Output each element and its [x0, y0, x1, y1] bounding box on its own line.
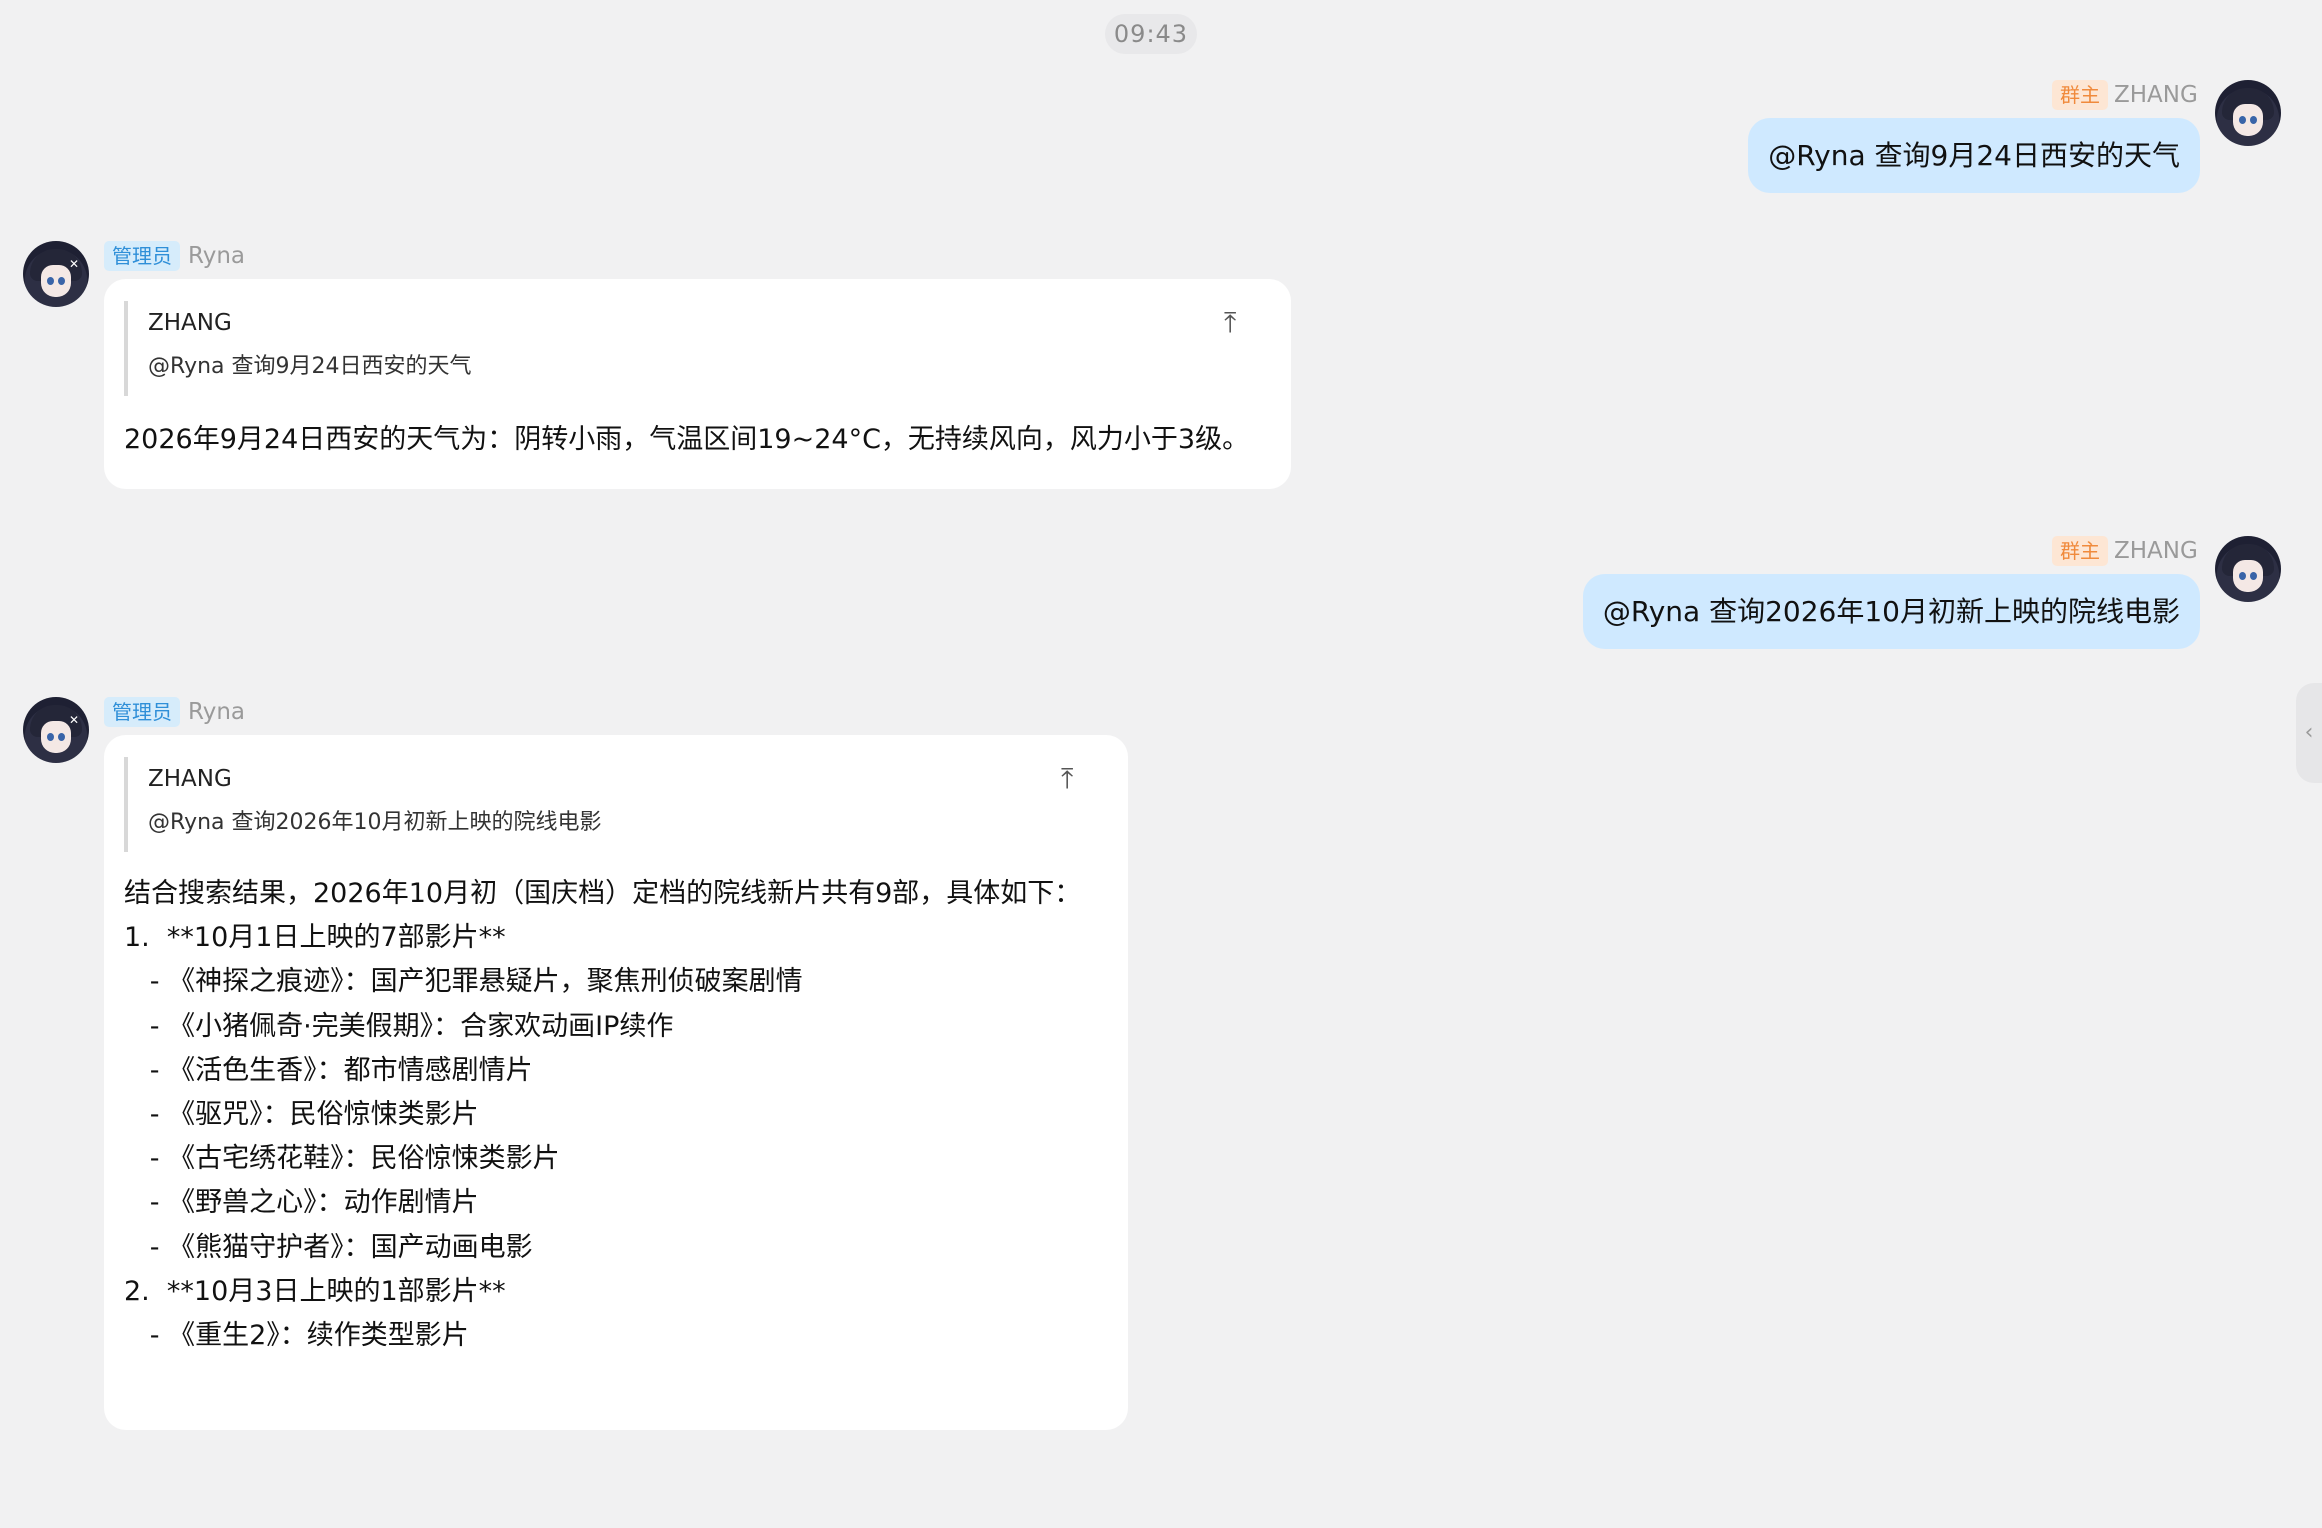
avatar-zhang[interactable]: [2215, 80, 2281, 146]
message-card[interactable]: ZHANG @Ryna 查询9月24日西安的天气 ⤒ 2026年9月24日西安的…: [104, 279, 1291, 489]
sender-name: Ryna: [188, 699, 246, 725]
sender-name: Ryna: [188, 243, 246, 269]
quoted-sender: ZHANG: [148, 766, 232, 792]
timestamp: 09:43: [1105, 14, 1197, 54]
message-text: 结合搜索结果，2026年10月初（国庆档）定档的院线新片共有9部，具体如下： 1…: [124, 878, 1082, 1352]
role-badge-owner: 群主: [2052, 80, 2108, 110]
quoted-text: @Ryna 查询9月24日西安的天气: [148, 354, 472, 379]
avatar-ryna[interactable]: ✕: [23, 241, 89, 307]
quoted-text: @Ryna 查询2026年10月初新上映的院线电影: [148, 810, 602, 835]
jump-to-original-icon[interactable]: ⤒: [1061, 761, 1073, 797]
jump-to-original-icon[interactable]: ⤒: [1224, 305, 1236, 341]
role-badge-admin: 管理员: [104, 241, 180, 271]
quoted-message[interactable]: ZHANG @Ryna 查询9月24日西安的天气 ⤒: [124, 301, 1271, 396]
message-card[interactable]: ZHANG @Ryna 查询2026年10月初新上映的院线电影 ⤒ 结合搜索结果…: [104, 735, 1128, 1430]
sender-name: ZHANG: [2114, 82, 2198, 108]
quoted-message[interactable]: ZHANG @Ryna 查询2026年10月初新上映的院线电影 ⤒: [124, 757, 1108, 852]
avatar-ryna[interactable]: ✕: [23, 697, 89, 763]
avatar-zhang[interactable]: [2215, 536, 2281, 602]
role-badge-admin: 管理员: [104, 697, 180, 727]
message-text: 2026年9月24日西安的天气为：阴转小雨，气温区间19~24°C，无持续风向，…: [124, 424, 1250, 455]
message-bubble[interactable]: @Ryna 查询2026年10月初新上映的院线电影: [1582, 574, 2200, 649]
role-badge-owner: 群主: [2052, 536, 2108, 566]
quoted-sender: ZHANG: [148, 310, 232, 336]
sender-name: ZHANG: [2114, 538, 2198, 564]
side-panel-toggle[interactable]: ‹: [2296, 683, 2322, 783]
message-bubble[interactable]: @Ryna 查询9月24日西安的天气: [1748, 118, 2200, 193]
